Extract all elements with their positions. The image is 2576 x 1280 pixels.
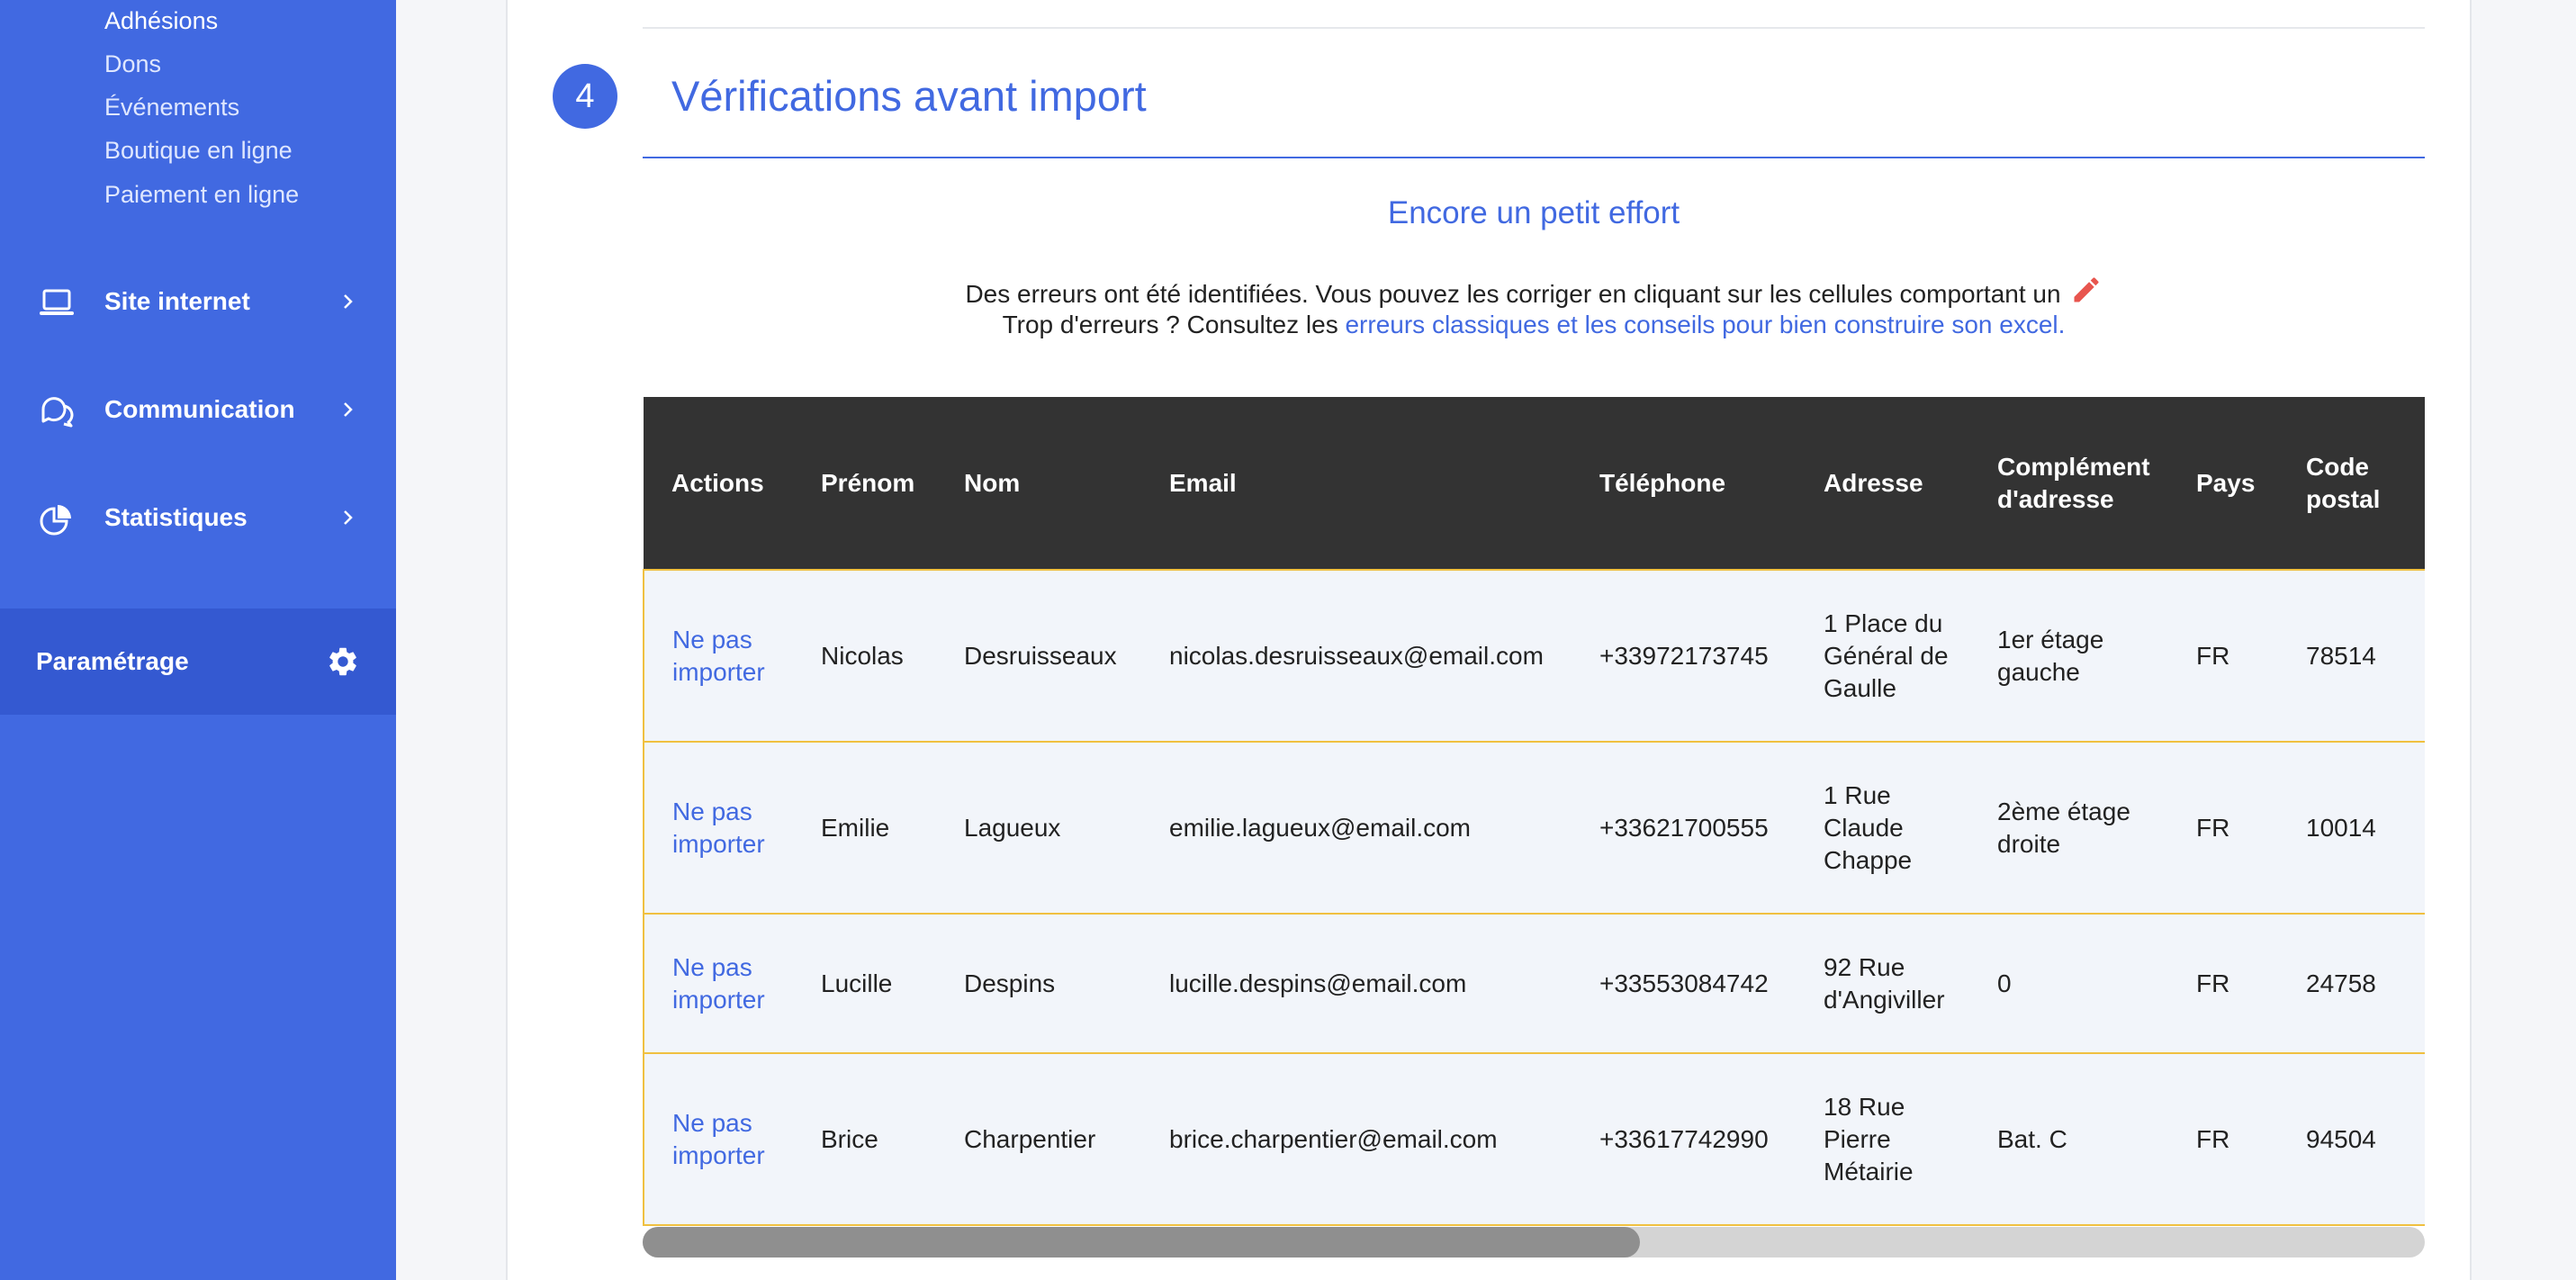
- divider: [643, 27, 2425, 29]
- cell-code-postal[interactable]: 10014: [2278, 741, 2425, 914]
- cell-telephone[interactable]: +33617742990: [1572, 1052, 1796, 1226]
- laptop-icon: [38, 285, 76, 320]
- chat-bubbles-icon: [38, 393, 76, 428]
- cell-pays[interactable]: FR: [2168, 741, 2278, 914]
- cell-nom[interactable]: Despins: [936, 913, 1141, 1053]
- cell-complement[interactable]: 0: [1969, 913, 2168, 1053]
- sidebar-item-site-internet[interactable]: Site internet: [0, 266, 396, 338]
- cell-code-postal[interactable]: 24758: [2278, 913, 2425, 1053]
- table-header-row: Actions Prénom Nom Email Téléphone Adres…: [644, 397, 2425, 570]
- column-header-nom: Nom: [936, 397, 1141, 570]
- sidebar-item-label: Statistiques: [104, 503, 248, 531]
- cell-prenom[interactable]: Nicolas: [793, 569, 936, 742]
- cell-code-postal[interactable]: 94504: [2278, 1052, 2425, 1226]
- column-header-complement: Complément d'adresse: [1969, 397, 2168, 570]
- cell-complement[interactable]: Bat. C: [1969, 1052, 2168, 1226]
- sidebar-item-communication[interactable]: Communication: [0, 374, 396, 446]
- column-header-pays: Pays: [2168, 397, 2278, 570]
- column-header-email: Email: [1141, 397, 1572, 570]
- title-divider: [643, 157, 2425, 158]
- cell-complement[interactable]: 1er étage gauche: [1969, 569, 2168, 742]
- gear-icon: [326, 645, 360, 679]
- table-row: Ne pas importer Brice Charpentier brice.…: [643, 1052, 2425, 1226]
- import-preview-table: Actions Prénom Nom Email Téléphone Adres…: [643, 397, 2425, 1227]
- sidebar-subitem-evenements[interactable]: Événements: [104, 89, 239, 125]
- cell-nom[interactable]: Charpentier: [936, 1052, 1141, 1226]
- cell-prenom[interactable]: Lucille: [793, 913, 936, 1053]
- skip-import-link[interactable]: Ne pas importer: [643, 741, 793, 914]
- section-subtitle: Encore un petit effort: [1387, 195, 1680, 230]
- cell-complement[interactable]: 2ème étage droite: [1969, 741, 2168, 914]
- cell-prenom[interactable]: Brice: [793, 1052, 936, 1226]
- cell-code-postal[interactable]: 78514: [2278, 569, 2425, 742]
- table-row: Ne pas importer Lucille Despins lucille.…: [643, 913, 2425, 1053]
- table-row: Ne pas importer Emilie Lagueux emilie.la…: [643, 741, 2425, 914]
- error-info-text: Des erreurs ont été identifiées. Vous po…: [965, 280, 2061, 308]
- sidebar: Adhésions Dons Événements Boutique en li…: [0, 0, 396, 1280]
- chevron-right-icon: [340, 399, 356, 420]
- cell-pays[interactable]: FR: [2168, 913, 2278, 1053]
- page-title: Vérifications avant import: [671, 72, 1147, 120]
- cell-email[interactable]: emilie.lagueux@email.com: [1141, 741, 1572, 914]
- pencil-icon: [2070, 274, 2103, 306]
- cell-email[interactable]: brice.charpentier@email.com: [1141, 1052, 1572, 1226]
- column-header-adresse: Adresse: [1796, 397, 1969, 570]
- sidebar-subitem-adhesions[interactable]: Adhésions: [104, 3, 218, 39]
- table-row: Ne pas importer Nicolas Desruisseaux nic…: [643, 569, 2425, 742]
- column-header-telephone: Téléphone: [1572, 397, 1796, 570]
- skip-import-link[interactable]: Ne pas importer: [643, 569, 793, 742]
- cell-prenom[interactable]: Emilie: [793, 741, 936, 914]
- sidebar-item-label: Communication: [104, 395, 295, 423]
- column-header-actions: Actions: [644, 397, 793, 570]
- cell-nom[interactable]: Desruisseaux: [936, 569, 1141, 742]
- column-header-prenom: Prénom: [793, 397, 936, 570]
- cell-email[interactable]: lucille.despins@email.com: [1141, 913, 1572, 1053]
- sidebar-item-statistiques[interactable]: Statistiques: [0, 482, 396, 554]
- cell-adresse[interactable]: 1 Rue Claude Chappe: [1796, 741, 1969, 914]
- sidebar-item-parametrage[interactable]: Paramétrage: [0, 608, 396, 715]
- cell-adresse[interactable]: 18 Rue Pierre Métairie: [1796, 1052, 1969, 1226]
- column-header-code-postal: Code postal: [2278, 397, 2425, 570]
- cell-telephone[interactable]: +33972173745: [1572, 569, 1796, 742]
- skip-import-link[interactable]: Ne pas importer: [643, 913, 793, 1053]
- horizontal-scrollbar-thumb[interactable]: [643, 1227, 1640, 1257]
- cell-pays[interactable]: FR: [2168, 569, 2278, 742]
- cell-adresse[interactable]: 1 Place du Général de Gaulle: [1796, 569, 1969, 742]
- help-info-text: Trop d'erreurs ? Consultez les: [1002, 311, 1338, 338]
- cell-telephone[interactable]: +33553084742: [1572, 913, 1796, 1053]
- sidebar-item-label: Site internet: [104, 287, 250, 315]
- sidebar-subitem-boutique[interactable]: Boutique en ligne: [104, 132, 293, 168]
- chevron-right-icon: [340, 291, 356, 312]
- skip-import-link[interactable]: Ne pas importer: [643, 1052, 793, 1226]
- help-info-line: Trop d'erreurs ? Consultez les erreurs c…: [643, 307, 2425, 343]
- cell-nom[interactable]: Lagueux: [936, 741, 1141, 914]
- pie-chart-icon: [38, 501, 76, 536]
- sidebar-subitem-paiement[interactable]: Paiement en ligne: [104, 176, 299, 212]
- sidebar-subitem-dons[interactable]: Dons: [104, 46, 161, 82]
- cell-pays[interactable]: FR: [2168, 1052, 2278, 1226]
- chevron-right-icon: [340, 507, 356, 528]
- cell-adresse[interactable]: 92 Rue d'Angiviller: [1796, 913, 1969, 1053]
- sidebar-item-label: Paramétrage: [36, 647, 189, 675]
- cell-email[interactable]: nicolas.desruisseaux@email.com: [1141, 569, 1572, 742]
- excel-tips-link[interactable]: erreurs classiques et les conseils pour …: [1345, 311, 2065, 338]
- cell-telephone[interactable]: +33621700555: [1572, 741, 1796, 914]
- step-number-badge: 4: [553, 64, 617, 129]
